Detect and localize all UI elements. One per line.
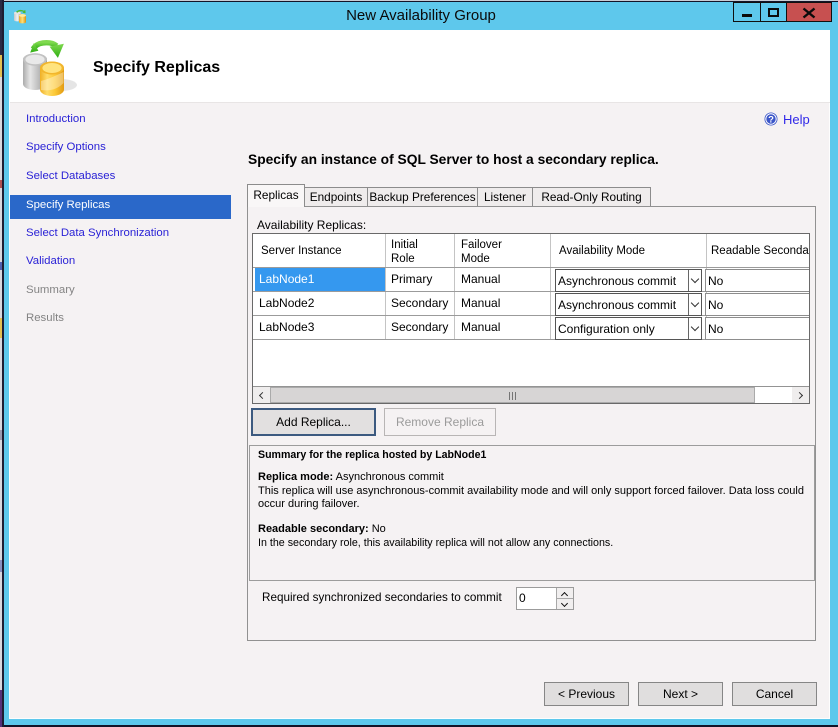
svg-text:?: ?	[768, 115, 774, 126]
